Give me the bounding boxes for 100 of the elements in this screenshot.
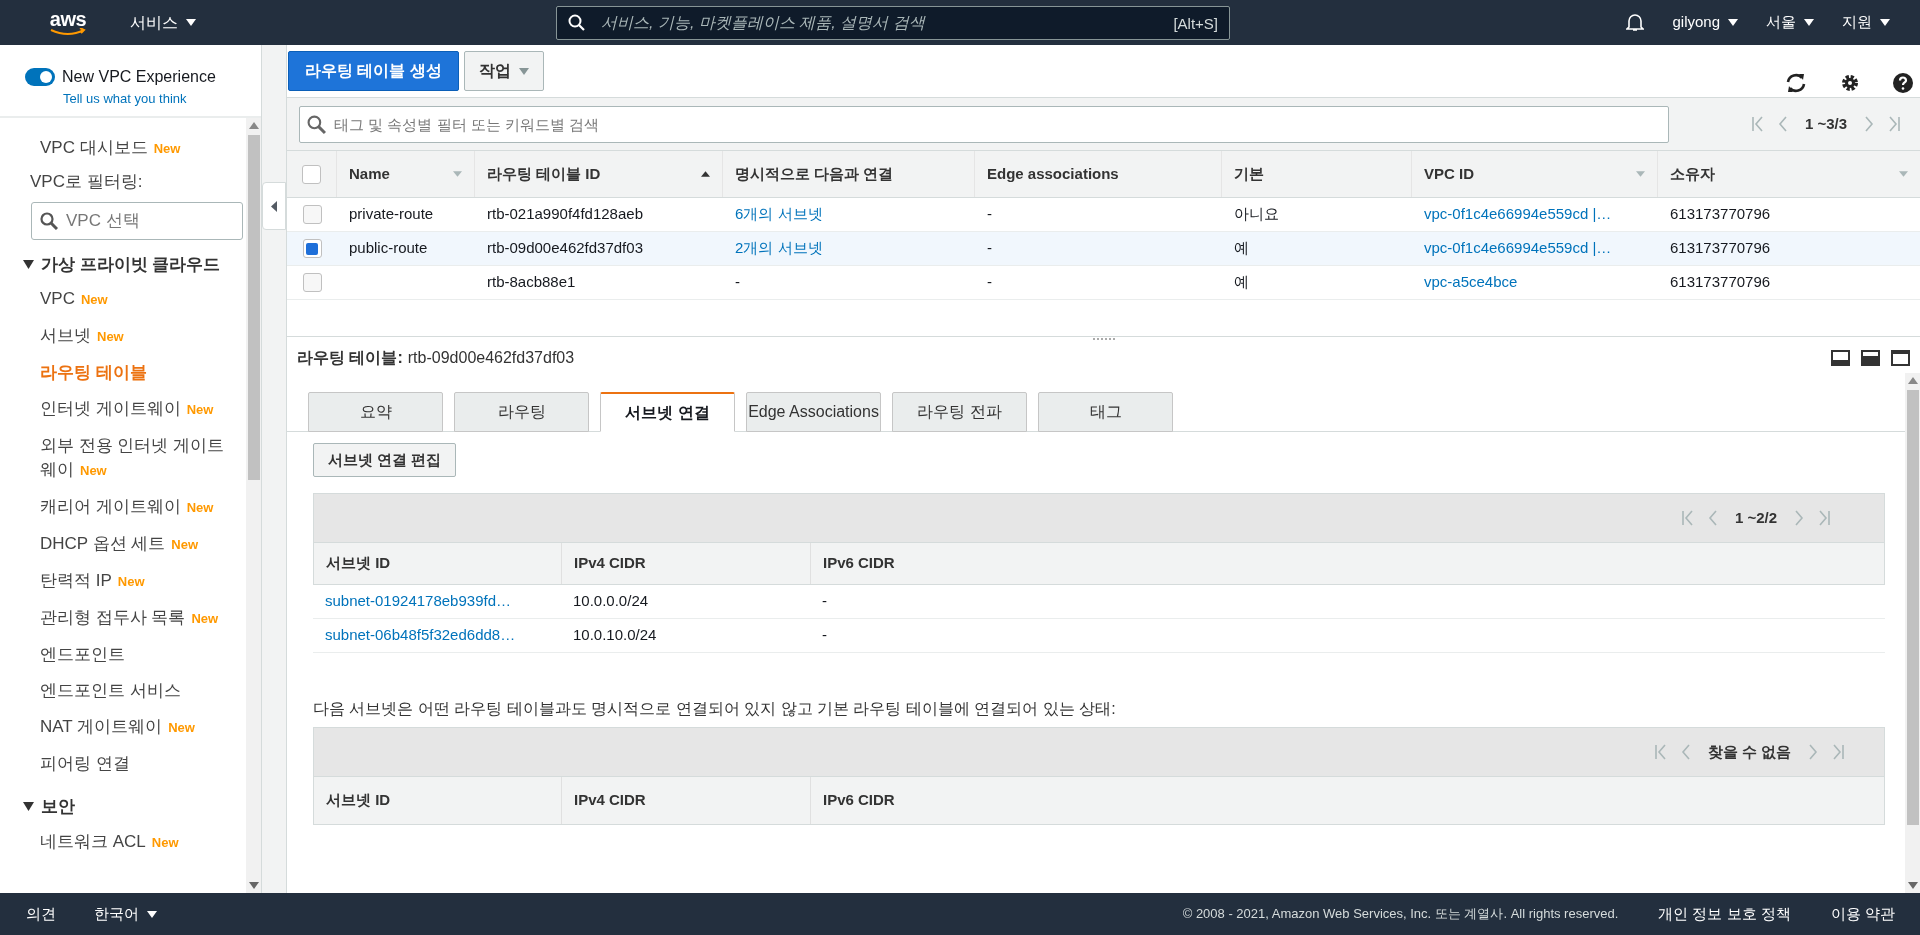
refresh-icon[interactable] (1784, 72, 1808, 94)
account-menu[interactable]: gilyong (1672, 11, 1738, 34)
table-link[interactable]: vpc-a5ce4bce (1424, 271, 1518, 294)
row-checkbox[interactable] (302, 273, 322, 292)
row-checkbox[interactable] (302, 205, 322, 224)
layout-bottom-icon[interactable] (1831, 350, 1850, 366)
search-icon (307, 114, 326, 134)
nav-item[interactable]: 관리형 접두사 목록 New (0, 600, 246, 637)
nav-item[interactable]: 엔드포인트 (0, 637, 246, 673)
nav-item[interactable]: DHCP 옵션 세트 New (0, 526, 246, 563)
vpc-search-field[interactable]: VPC 선택 (31, 201, 243, 240)
resize-handle-icon[interactable] (1092, 338, 1115, 342)
bell-icon[interactable] (1626, 13, 1645, 32)
first-page-icon[interactable] (1751, 116, 1764, 132)
column-menu-icon[interactable] (1636, 171, 1645, 177)
layout-full-icon[interactable] (1891, 350, 1910, 366)
next-page-icon[interactable] (1865, 116, 1874, 132)
previous-page-icon[interactable] (1777, 116, 1787, 132)
search-icon (40, 211, 58, 230)
previous-page-icon[interactable] (1707, 510, 1717, 526)
collapse-sidebar-button[interactable] (262, 182, 286, 230)
table-cell-text: public-route (349, 238, 428, 259)
table-link[interactable]: vpc-0f1c4e66994e559cd |… (1424, 237, 1612, 260)
nav-section-header[interactable]: 가상 프라이빗 클라우드 (0, 247, 221, 281)
column-menu-icon[interactable] (453, 171, 462, 177)
privacy-link[interactable]: 개인 정보 보호 정책 (1658, 902, 1791, 926)
tab[interactable]: 라우팅 전파 (892, 392, 1027, 432)
toggle-label: New VPC Experience (62, 67, 216, 87)
select-all-checkbox[interactable] (302, 164, 321, 184)
nav-item[interactable]: NAT 게이트웨이 New (0, 709, 246, 746)
layout-split-icon[interactable] (1861, 350, 1880, 366)
nav-item[interactable]: VPC 대시보드 New (0, 130, 246, 167)
subnet-link[interactable]: subnet-01924178eb939fd… (325, 590, 511, 613)
terms-link[interactable]: 이용 약관 (1830, 902, 1895, 926)
caret-icon (248, 122, 259, 129)
column-header[interactable]: Name (349, 162, 390, 186)
nav-item[interactable]: 서브넷 New (0, 318, 246, 355)
create-route-table-button[interactable]: 라우팅 테이블 생성 (288, 51, 459, 91)
nav-item[interactable]: 캐리어 게이트웨이 New (0, 489, 246, 526)
table-row[interactable]: public-route rtb-09d00e462fd37df03 2개의 서브넷 - 예 vpc-0f1c4e66994e559cd |… 613173770796 (287, 232, 1920, 266)
column-header[interactable]: 라우팅 테이블 ID (487, 162, 601, 186)
last-page-icon[interactable] (1818, 510, 1830, 526)
actions-button[interactable]: 작업 (463, 51, 544, 91)
last-page-icon[interactable] (1832, 744, 1844, 760)
table-link[interactable]: vpc-0f1c4e66994e559cd |… (1424, 203, 1612, 226)
pagination-text: 찾을 수 없음 (1706, 741, 1792, 762)
column-header[interactable]: 소유자 (1670, 162, 1715, 186)
nav-item[interactable]: 인터넷 게이트웨이 New (0, 391, 246, 428)
previous-page-icon[interactable] (1680, 744, 1690, 760)
table-cell-text: 613173770796 (1670, 272, 1771, 293)
toggle-switch[interactable] (25, 68, 55, 86)
tab[interactable]: 라우팅 (454, 392, 589, 432)
column-header[interactable]: 기본 (1234, 162, 1264, 186)
caret-icon (518, 67, 529, 75)
services-menu[interactable]: 서비스 (130, 10, 196, 35)
subnet-link[interactable]: subnet-06b48f5f32ed6dd8… (325, 624, 516, 647)
column-header[interactable]: 명시적으로 다음과 연결 (735, 162, 894, 186)
tab[interactable]: 태그 (1038, 392, 1173, 432)
nav-item[interactable]: 네트워크 ACL New (0, 823, 246, 861)
first-page-icon[interactable] (1654, 744, 1667, 760)
feedback-link[interactable]: Tell us what you think (63, 89, 261, 109)
nav-item[interactable]: 피어링 연결 (0, 746, 246, 782)
table-cell-text: - (735, 272, 740, 293)
pagination-text: 1 ~3/3 (1803, 113, 1848, 134)
nav-item[interactable]: 외부 전용 인터넷 게이트웨이 New (0, 428, 246, 489)
caret-icon (186, 19, 196, 26)
next-page-icon[interactable] (1795, 510, 1804, 526)
table-link[interactable]: 6개의 서브넷 (735, 203, 823, 226)
column-menu-icon[interactable] (1899, 171, 1908, 177)
table-cell-text: rtb-09d00e462fd37df03 (487, 238, 643, 259)
nav-item[interactable]: 탄력적 IP New (0, 563, 246, 600)
column-header[interactable]: VPC ID (1424, 162, 1474, 186)
sort-ascending-icon[interactable] (701, 171, 710, 177)
first-page-icon[interactable] (1681, 510, 1694, 526)
support-menu[interactable]: 지원 (1842, 11, 1890, 34)
feedback-link[interactable]: 의견 (26, 902, 56, 926)
nav-section-header[interactable]: 보안 (0, 790, 75, 824)
help-icon[interactable] (1892, 72, 1914, 94)
tab[interactable]: Edge Associations (746, 392, 881, 432)
column-header[interactable]: Edge associations (987, 162, 1119, 186)
settings-icon[interactable] (1840, 73, 1860, 93)
column-header: IPv4 CIDR (574, 790, 646, 811)
new-label: New (117, 574, 145, 589)
filter-search-field[interactable]: 태그 및 속성별 필터 또는 키워드별 검색 (299, 105, 1669, 143)
aws-logo[interactable]: aws (46, 9, 90, 36)
edit-subnet-associations-button[interactable]: 서브넷 연결 편집 (313, 443, 457, 477)
column-header: IPv6 CIDR (823, 553, 895, 574)
panel-title-label: 라우팅 테이블: (297, 348, 403, 368)
tab[interactable]: 요약 (308, 392, 443, 432)
region-menu[interactable]: 서울 (1766, 11, 1814, 34)
language-menu[interactable]: 한국어 (94, 902, 157, 926)
table-link[interactable]: 2개의 서브넷 (735, 237, 823, 260)
next-page-icon[interactable] (1809, 744, 1818, 760)
new-label: New (80, 292, 108, 307)
nav-item[interactable]: VPC New (0, 281, 246, 318)
row-checkbox[interactable] (302, 239, 322, 258)
tab[interactable]: 서브넷 연결 (600, 392, 735, 432)
new-label: New (191, 611, 219, 626)
nav-item[interactable]: 엔드포인트 서비스 (0, 673, 246, 709)
last-page-icon[interactable] (1888, 116, 1900, 132)
